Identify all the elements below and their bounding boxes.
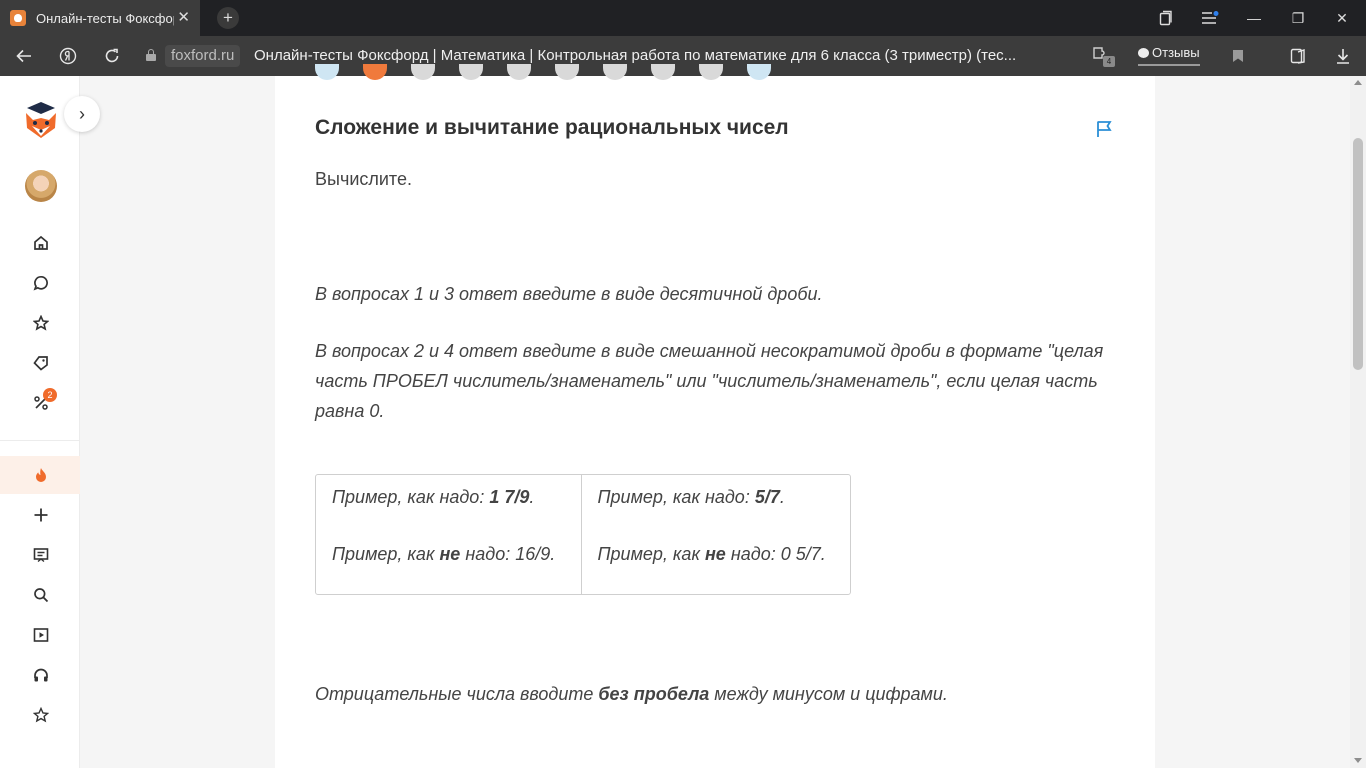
search-icon[interactable]: [28, 582, 54, 608]
star-icon[interactable]: [28, 310, 54, 336]
notification-badge: 2: [43, 388, 57, 402]
download-icon[interactable]: [1331, 44, 1355, 68]
question-dot[interactable]: [651, 64, 675, 80]
foxford-logo-icon[interactable]: [23, 100, 59, 140]
headphones-icon[interactable]: [28, 662, 54, 688]
examples-column-1: Пример, как надо: 1 7/9. Пример, как не …: [316, 475, 581, 594]
example-incorrect: Пример, как не надо: 0 5/7.: [597, 544, 826, 564]
question-dot[interactable]: [555, 64, 579, 80]
tab-close-icon[interactable]: ✕: [177, 9, 190, 27]
question-dot-current[interactable]: [363, 64, 387, 80]
browser-address-bar: foxford.ru Онлайн-тесты Фоксфорд | Матем…: [0, 36, 1366, 76]
maximize-button[interactable]: ❐: [1276, 0, 1320, 36]
browser-tab-bar: Онлайн-тесты Фоксфорд | Математика ✕ + —…: [0, 0, 1366, 36]
new-tab-button[interactable]: +: [217, 7, 239, 29]
question-dot[interactable]: [411, 64, 435, 80]
presentation-icon[interactable]: [28, 542, 54, 568]
question-dot[interactable]: [603, 64, 627, 80]
minimize-button[interactable]: —: [1232, 0, 1276, 36]
reviews-label: Отзывы: [1152, 45, 1200, 60]
back-arrow-icon[interactable]: [12, 44, 36, 68]
reviews-button[interactable]: Отзывы: [1138, 44, 1200, 66]
question-dot[interactable]: [507, 64, 531, 80]
example-incorrect: Пример, как не надо: 16/9.: [332, 544, 556, 564]
play-icon[interactable]: [28, 622, 54, 648]
question-dot[interactable]: [747, 64, 771, 80]
chat-icon[interactable]: [28, 270, 54, 296]
note-negative-numbers: Отрицательные числа вводите без пробела …: [315, 684, 948, 704]
speech-bubble-icon: [1138, 48, 1149, 58]
task-instruction: Вычислите.: [315, 169, 412, 189]
section-title: Сложение и вычитание рациональных чисел: [315, 116, 789, 139]
flag-icon[interactable]: [1095, 119, 1115, 139]
scroll-down-arrow-icon[interactable]: [1354, 758, 1362, 763]
test-content-card: Сложение и вычитание рациональных чисел …: [275, 64, 1155, 768]
close-window-button[interactable]: ✕: [1320, 0, 1364, 36]
scrollbar-thumb[interactable]: [1353, 138, 1363, 370]
home-icon[interactable]: [28, 230, 54, 256]
reload-icon[interactable]: [100, 44, 124, 68]
sidebar-expand-button[interactable]: ›: [64, 96, 100, 132]
question-dot[interactable]: [459, 64, 483, 80]
example-correct: Пример, как надо: 5/7.: [597, 487, 785, 507]
tab-title: Онлайн-тесты Фоксфорд | Математика: [36, 10, 174, 26]
note-mixed-fraction-format: В вопросах 2 и 4 ответ введите в виде см…: [315, 341, 1104, 421]
plus-icon[interactable]: [28, 502, 54, 528]
extensions-count-badge: 4: [1103, 56, 1115, 67]
collections-icon[interactable]: [1144, 0, 1188, 36]
browser-tab-active[interactable]: Онлайн-тесты Фоксфорд | Математика ✕: [0, 0, 200, 36]
bookmark-icon[interactable]: [1226, 44, 1250, 68]
sidebar-divider: [0, 440, 80, 441]
examples-table: Пример, как надо: 1 7/9. Пример, как не …: [315, 474, 851, 595]
menu-icon[interactable]: [1188, 0, 1232, 36]
tag-icon[interactable]: [28, 350, 54, 376]
foxford-favicon-icon: [10, 10, 26, 26]
note-decimal-answers: В вопросах 1 и 3 ответ введите в виде де…: [315, 284, 823, 304]
extensions-icon[interactable]: 4: [1091, 45, 1115, 67]
yandex-icon[interactable]: [56, 44, 80, 68]
question-dot[interactable]: [315, 64, 339, 80]
scroll-up-arrow-icon[interactable]: [1354, 80, 1362, 85]
address-page-title[interactable]: Онлайн-тесты Фоксфорд | Математика | Кон…: [254, 46, 1054, 66]
reading-list-icon[interactable]: [1287, 44, 1311, 68]
page-scrollbar[interactable]: [1350, 76, 1366, 768]
fire-icon[interactable]: [28, 462, 54, 488]
lock-icon[interactable]: [146, 49, 156, 61]
star-outline-icon[interactable]: [28, 702, 54, 728]
domain-label[interactable]: foxford.ru: [165, 45, 241, 67]
user-avatar[interactable]: [25, 170, 57, 202]
examples-column-2: Пример, как надо: 5/7. Пример, как не на…: [580, 475, 851, 594]
left-sidebar: › 2: [0, 76, 100, 768]
example-correct: Пример, как надо: 1 7/9.: [332, 487, 535, 507]
question-dot[interactable]: [699, 64, 723, 80]
